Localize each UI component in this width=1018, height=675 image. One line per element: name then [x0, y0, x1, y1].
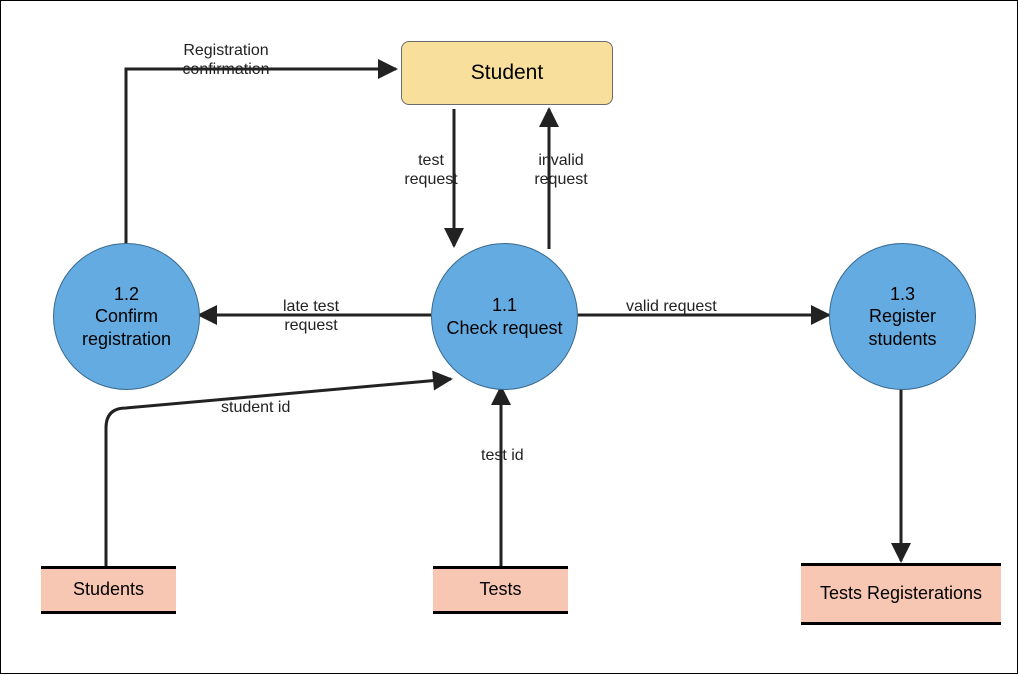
store-tests-label: Tests	[479, 579, 521, 601]
label-late-test-request: late test request	[271, 297, 351, 335]
store-students: Students	[41, 569, 176, 611]
entity-student: Student	[401, 41, 613, 105]
label-test-id: test id	[481, 446, 524, 465]
label-reg-confirmation: Registration confirmation	[171, 41, 281, 79]
process-register-students: 1.3 Register students	[829, 243, 976, 390]
edge-reg-confirmation	[126, 69, 396, 246]
store-tests: Tests	[433, 569, 568, 611]
process-confirm-registration: 1.2 Confirm registration	[53, 243, 200, 390]
store-test-regs: Tests Registerations	[801, 566, 1001, 622]
process-register-name: Register students	[843, 305, 963, 350]
process-check-request: 1.1 Check request	[431, 243, 578, 390]
process-register-id: 1.3	[890, 283, 915, 306]
process-check-name: Check request	[446, 317, 562, 340]
label-student-id: student id	[221, 398, 290, 417]
label-valid-request: valid request	[626, 297, 717, 316]
store-students-label: Students	[73, 579, 144, 601]
process-check-id: 1.1	[492, 294, 517, 317]
store-test-regs-label: Tests Registerations	[820, 583, 982, 605]
dfd-canvas: Student 1.2 Confirm registration 1.1 Che…	[0, 0, 1018, 674]
label-invalid-request: invalid request	[526, 151, 596, 189]
label-test-request: test request	[396, 151, 466, 189]
process-confirm-id: 1.2	[114, 283, 139, 306]
process-confirm-name: Confirm registration	[67, 305, 187, 350]
entity-student-label: Student	[471, 61, 543, 85]
